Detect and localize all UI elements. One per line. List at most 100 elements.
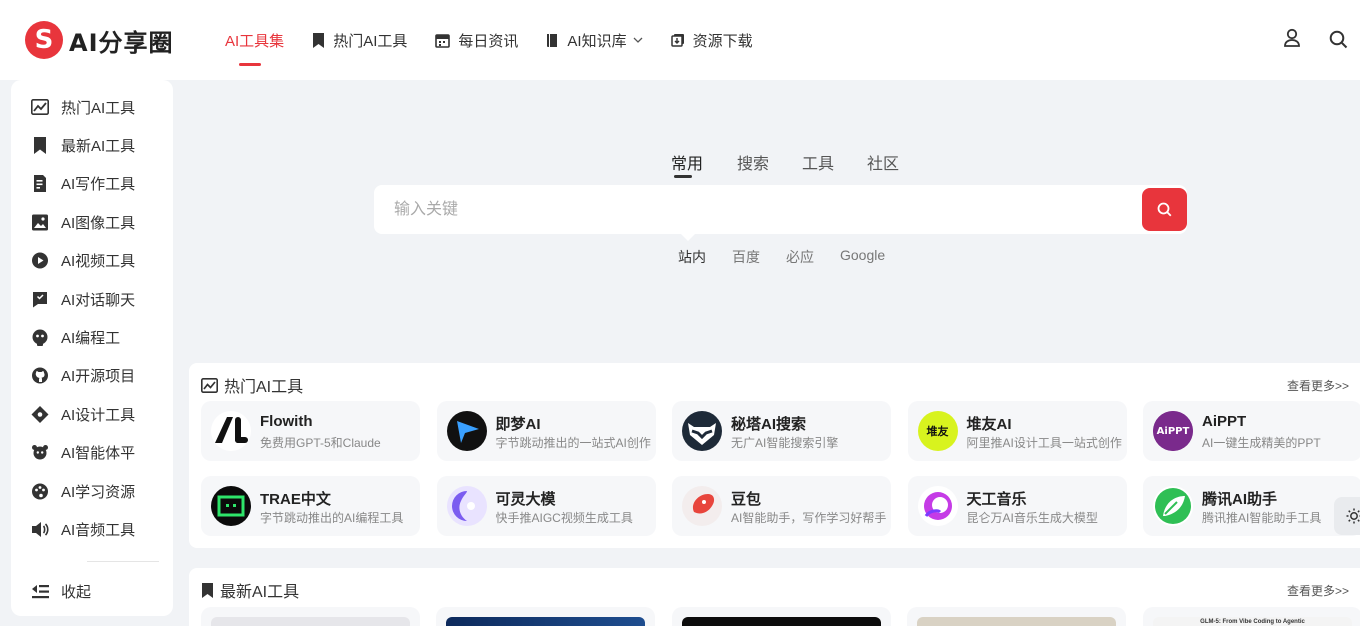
nav-item-daily-news[interactable]: 每日资讯 bbox=[435, 0, 518, 80]
nav-label: AI工具集 bbox=[225, 32, 285, 50]
download-box-icon bbox=[670, 34, 684, 47]
bookmark-icon bbox=[202, 582, 213, 598]
nav-item-hot-tools[interactable]: 热门AI工具 bbox=[312, 0, 407, 80]
engine-google[interactable]: Google bbox=[840, 247, 885, 263]
sidebar-item-writing[interactable]: AI写作工具 bbox=[11, 165, 173, 203]
chevron-down-icon bbox=[633, 37, 643, 43]
tool-logo-icon: AiPPT bbox=[1153, 411, 1193, 451]
nav-label: 资源下载 bbox=[692, 32, 753, 50]
tool-logo-icon bbox=[211, 486, 251, 526]
sidebar-item-label: AI视频工具 bbox=[61, 253, 136, 271]
section-header: 最新AI工具 bbox=[201, 578, 299, 602]
tool-card[interactable]: AiPPT AiPPT AI一键生成精美的PPT bbox=[1143, 401, 1360, 461]
sidebar-divider bbox=[87, 560, 159, 573]
news-card[interactable] bbox=[436, 607, 655, 626]
section-title: 最新AI工具 bbox=[220, 584, 300, 601]
tool-logo-icon bbox=[446, 411, 487, 451]
search-input[interactable] bbox=[394, 185, 1134, 234]
engine-bing[interactable]: 必应 bbox=[786, 247, 814, 267]
tool-card[interactable]: 天工音乐 昆仑万AI音乐生成大模型 bbox=[907, 476, 1127, 536]
section-more-link[interactable]: 查看更多>> bbox=[1287, 377, 1349, 394]
news-card[interactable] bbox=[201, 607, 420, 626]
tool-card[interactable]: 腾讯AI助手 腾讯推AI智能助手工具 bbox=[1143, 476, 1360, 536]
new-tools-section: 最新AI工具 查看更多>> GLM-5: From Vibe Coding to… bbox=[189, 568, 1360, 626]
tool-logo-icon bbox=[446, 486, 487, 526]
sidebar-item-agent[interactable]: AI智能体平 bbox=[11, 434, 173, 472]
news-thumbnail bbox=[917, 617, 1116, 626]
tool-title: 即梦AI bbox=[495, 416, 541, 433]
agent-icon bbox=[32, 445, 48, 460]
nav-label: 每日资讯 bbox=[458, 32, 519, 50]
search-submit-button[interactable] bbox=[1142, 188, 1187, 231]
search-box bbox=[374, 185, 1187, 234]
section-more-link[interactable]: 查看更多>> bbox=[1287, 582, 1349, 599]
sidebar-item-video[interactable]: AI视频工具 bbox=[11, 242, 173, 280]
svg-text:AiPPT: AiPPT bbox=[1157, 426, 1190, 437]
logo-text: AI分享圈 bbox=[69, 28, 174, 57]
sidebar-item-learning[interactable]: AI学习资源 bbox=[11, 472, 173, 510]
tool-title: TRAE中文 bbox=[260, 491, 331, 508]
tool-card[interactable]: 可灵大模 快手推AIGC视频生成工具 bbox=[436, 476, 656, 536]
search-tab-community[interactable]: 社区 bbox=[867, 150, 899, 174]
search-tab-common[interactable]: 常用 bbox=[671, 150, 703, 178]
news-thumbnail bbox=[446, 617, 645, 626]
top-header: S AI分享圈 AI工具集 热门AI工具 每日资讯 AI知识库 资源下载 bbox=[0, 0, 1360, 80]
news-card[interactable] bbox=[672, 607, 891, 626]
calendar-icon bbox=[435, 33, 451, 48]
engine-site[interactable]: 站内 bbox=[678, 247, 706, 267]
design-icon bbox=[31, 405, 49, 423]
tool-card[interactable]: 即梦AI 字节跳动推出的一站式AI创作平台 bbox=[436, 401, 656, 461]
tool-card[interactable]: 秘塔AI搜索无广AI智能搜索引擎 bbox=[672, 401, 891, 461]
site-logo[interactable]: S AI分享圈 bbox=[25, 21, 174, 59]
tool-card[interactable]: 豆包 AI智能助手，写作学习好帮手 bbox=[672, 476, 891, 536]
search-icon bbox=[1157, 202, 1172, 217]
sidebar-item-label: 热门AI工具 bbox=[61, 99, 136, 117]
sidebar-collapse-button[interactable]: 收起 bbox=[11, 573, 173, 611]
tool-title: AiPPT bbox=[1202, 413, 1247, 430]
book-icon bbox=[547, 33, 558, 47]
sidebar-item-hot-ai[interactable]: 热门AI工具 bbox=[11, 88, 173, 126]
news-thumbnail: GLM-5: From Vibe Coding to Agentic bbox=[1153, 617, 1352, 626]
tool-description: 无广AI智能搜索引擎 bbox=[731, 436, 839, 450]
search-tab-search[interactable]: 搜索 bbox=[737, 150, 769, 174]
logo-badge: S bbox=[25, 21, 63, 59]
sidebar-item-new-ai[interactable]: 最新AI工具 bbox=[11, 126, 173, 164]
sidebar-item-chat[interactable]: AI对话聊天 bbox=[11, 280, 173, 318]
user-icon[interactable] bbox=[1283, 28, 1301, 48]
sidebar-item-opensource[interactable]: AI开源项目 bbox=[11, 357, 173, 395]
sidebar-item-coding[interactable]: AI编程工 bbox=[11, 318, 173, 356]
theme-toggle-button[interactable] bbox=[1334, 497, 1360, 535]
nav-label: AI知识库 bbox=[567, 32, 627, 50]
tool-title: 秘塔AI搜索 bbox=[731, 416, 807, 433]
engine-baidu[interactable]: 百度 bbox=[732, 247, 760, 267]
nav-item-knowledge[interactable]: AI知识库 bbox=[546, 0, 643, 80]
sidebar-item-label: AI学习资源 bbox=[61, 483, 136, 501]
nav-item-downloads[interactable]: 资源下载 bbox=[670, 0, 753, 80]
sidebar-item-design[interactable]: AI设计工具 bbox=[11, 395, 173, 433]
news-card[interactable]: GLM-5: From Vibe Coding to Agentic bbox=[1143, 607, 1360, 626]
nav-item-ai-tools[interactable]: AI工具集 bbox=[225, 0, 284, 80]
bookmark-icon bbox=[34, 137, 46, 155]
tool-description: 字节跳动推出的一站式AI创作平台 bbox=[495, 436, 651, 450]
news-card[interactable] bbox=[907, 607, 1126, 626]
palette-icon bbox=[32, 483, 48, 500]
search-tab-tools[interactable]: 工具 bbox=[802, 150, 834, 174]
tool-title: 可灵大模 bbox=[495, 491, 556, 508]
sidebar-item-image[interactable]: AI图像工具 bbox=[11, 203, 173, 241]
robot-icon bbox=[32, 329, 48, 347]
sidebar-item-audio[interactable]: AI音频工具 bbox=[11, 510, 173, 548]
speaker-icon bbox=[32, 521, 49, 537]
search-icon[interactable] bbox=[1329, 30, 1348, 49]
sidebar: 热门AI工具 最新AI工具 AI写作工具 AI图像工具 AI视频工具 AI对话聊… bbox=[11, 80, 173, 616]
sidebar-item-label: AI设计工具 bbox=[61, 406, 136, 424]
tool-title: 堆友AI bbox=[966, 416, 1012, 433]
tool-card[interactable]: TRAE中文 字节跳动推出的AI编程工具 bbox=[201, 476, 420, 536]
tool-logo-icon bbox=[917, 486, 958, 526]
tool-card[interactable]: Flowith 免费用GPT-5和Claude bbox=[201, 401, 420, 461]
hot-tools-section: 热门AI工具 查看更多>> Flowith 免费用GPT-5和Claude 即梦AI… bbox=[189, 363, 1360, 548]
tool-card[interactable]: 堆友堆友AI 阿里推AI设计工具一站式创作平台 bbox=[907, 401, 1127, 461]
trending-chart-icon bbox=[201, 377, 218, 393]
tool-title: Flowith bbox=[260, 413, 313, 430]
news-thumbnail bbox=[682, 617, 881, 626]
tool-logo-icon bbox=[682, 411, 722, 451]
